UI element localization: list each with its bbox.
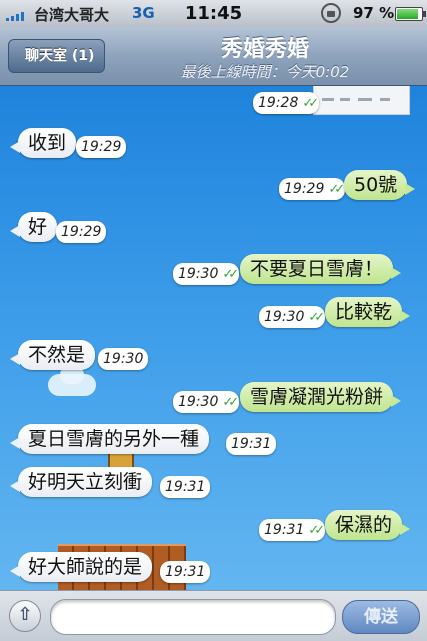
message-timestamp: 19:30 ✓✓ [259,306,326,328]
message-timestamp: 19:29 [56,221,107,243]
double-check-icon: ✓✓ [328,182,345,197]
message-timestamp: 19:29 [76,136,127,158]
double-check-icon: ✓✓ [222,267,239,282]
outgoing-message[interactable]: 雪膚凝潤光粉餅 [240,382,402,412]
incoming-message[interactable]: 好大師說的是 [9,552,153,582]
message-timestamp: 19:30 [98,348,149,370]
message-timestamp: 19:31 [160,476,211,498]
back-button[interactable]: 聊天室 (1) [8,39,106,73]
rotation-lock-icon [321,3,341,23]
nav-bar: 聊天室 (1) 秀婚秀婚 最後上線時間：今天0:02 [0,27,427,86]
message-input[interactable] [50,599,336,635]
outgoing-message[interactable]: 50號 [344,170,416,200]
incoming-message[interactable]: 好 [9,212,58,242]
send-button[interactable]: 傳送 [342,600,420,634]
message-timestamp: 19:29 ✓✓ [279,178,346,200]
status-bar: 台湾大哥大 3G 11:45 97 % [0,0,427,27]
message-timestamp: 19:31 [160,561,211,583]
double-check-icon: ✓✓ [302,96,319,111]
outgoing-message[interactable]: 不要夏日雪膚！ [240,254,402,284]
message-timestamp: 19:31 ✓✓ [259,519,326,541]
attach-button[interactable]: ⇧ [9,600,41,632]
chat-area[interactable]: 19:28 ✓✓ 收到 19:29 19:29 ✓✓ 50號 好 19:29 19:… [0,86,427,590]
battery-icon [395,7,426,21]
message-timestamp: 19:30 ✓✓ [173,263,240,285]
message-timestamp: 19:28 ✓✓ [253,92,320,114]
outgoing-message[interactable]: 保濕的 [325,510,411,540]
last-seen-subtitle: 最後上線時間：今天0:02 [180,63,350,81]
message-input-bar: ⇧ 傳送 [0,590,427,641]
incoming-message[interactable]: 不然是 [9,340,96,370]
image-message-thumbnail[interactable] [313,86,410,115]
message-timestamp: 19:30 ✓✓ [173,391,240,413]
battery-percent: 97 % [353,4,395,22]
message-timestamp: 19:31 [226,433,277,455]
double-check-icon: ✓✓ [308,523,325,538]
chat-title: 秀婚秀婚 [220,37,309,62]
incoming-message[interactable]: 收到 [9,128,77,158]
incoming-message[interactable]: 好明天立刻衝 [9,467,153,497]
back-button-label: 聊天室 (1) [25,48,95,64]
incoming-message[interactable]: 夏日雪膚的另外一種 [9,424,210,454]
outgoing-message[interactable]: 比較乾 [325,297,411,327]
double-check-icon: ✓✓ [222,395,239,410]
up-arrow-icon: ⇧ [17,604,33,625]
double-check-icon: ✓✓ [308,310,325,325]
